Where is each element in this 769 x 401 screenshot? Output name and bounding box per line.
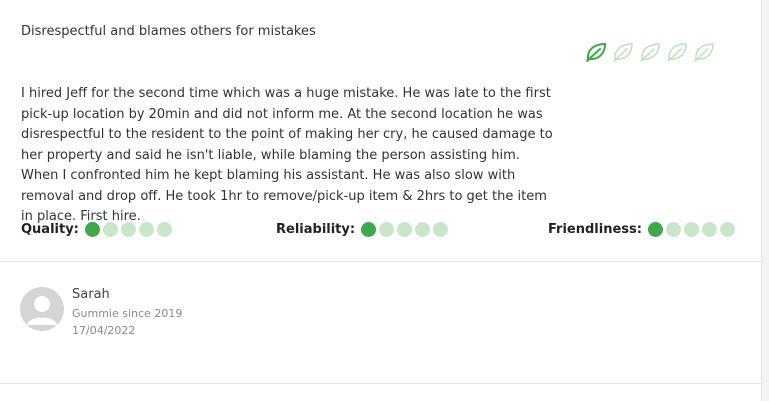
rating-dot <box>665 222 681 237</box>
reviewer-name: Sarah <box>72 287 110 302</box>
rating-friendliness-dots <box>647 222 735 237</box>
rating-friendliness: Friendliness: <box>548 222 735 237</box>
rating-dot <box>379 222 395 237</box>
review-card: Disrespectful and blames others for mist… <box>0 0 762 401</box>
user-avatar-icon <box>20 287 64 331</box>
rating-dot <box>647 222 663 237</box>
review-date: 17/04/2022 <box>72 324 136 337</box>
leaf-icon <box>613 43 633 62</box>
rating-quality: Quality: <box>21 222 172 237</box>
rating-dot <box>102 222 118 237</box>
reviewer-since: Gummie since 2019 <box>72 307 183 320</box>
rating-dot <box>433 222 449 237</box>
leaf-rating <box>585 42 715 62</box>
divider <box>0 261 761 262</box>
rating-dot <box>397 222 413 237</box>
rating-dot <box>361 222 377 237</box>
rating-dot <box>719 222 735 237</box>
rating-dot <box>415 222 431 237</box>
divider <box>0 383 761 384</box>
rating-dot <box>138 222 154 237</box>
rating-dot <box>84 222 100 237</box>
rating-reliability-dots <box>361 222 449 237</box>
rating-quality-label: Quality: <box>21 222 79 237</box>
category-ratings: Quality: Reliability: Friendliness: <box>21 222 741 242</box>
leaf-icon <box>694 43 714 62</box>
rating-friendliness-label: Friendliness: <box>548 222 642 237</box>
rating-quality-dots <box>84 222 172 237</box>
rating-dot <box>120 222 136 237</box>
leaf-icon <box>586 42 607 62</box>
leaf-icon <box>667 43 687 62</box>
leaf-icon <box>640 43 660 62</box>
rating-reliability-label: Reliability: <box>276 222 356 237</box>
rating-dot <box>701 222 717 237</box>
rating-reliability: Reliability: <box>276 222 449 237</box>
rating-dot <box>683 222 699 237</box>
review-title: Disrespectful and blames others for mist… <box>21 24 316 39</box>
review-body: I hired Jeff for the second time which w… <box>21 86 553 224</box>
rating-dot <box>156 222 172 237</box>
